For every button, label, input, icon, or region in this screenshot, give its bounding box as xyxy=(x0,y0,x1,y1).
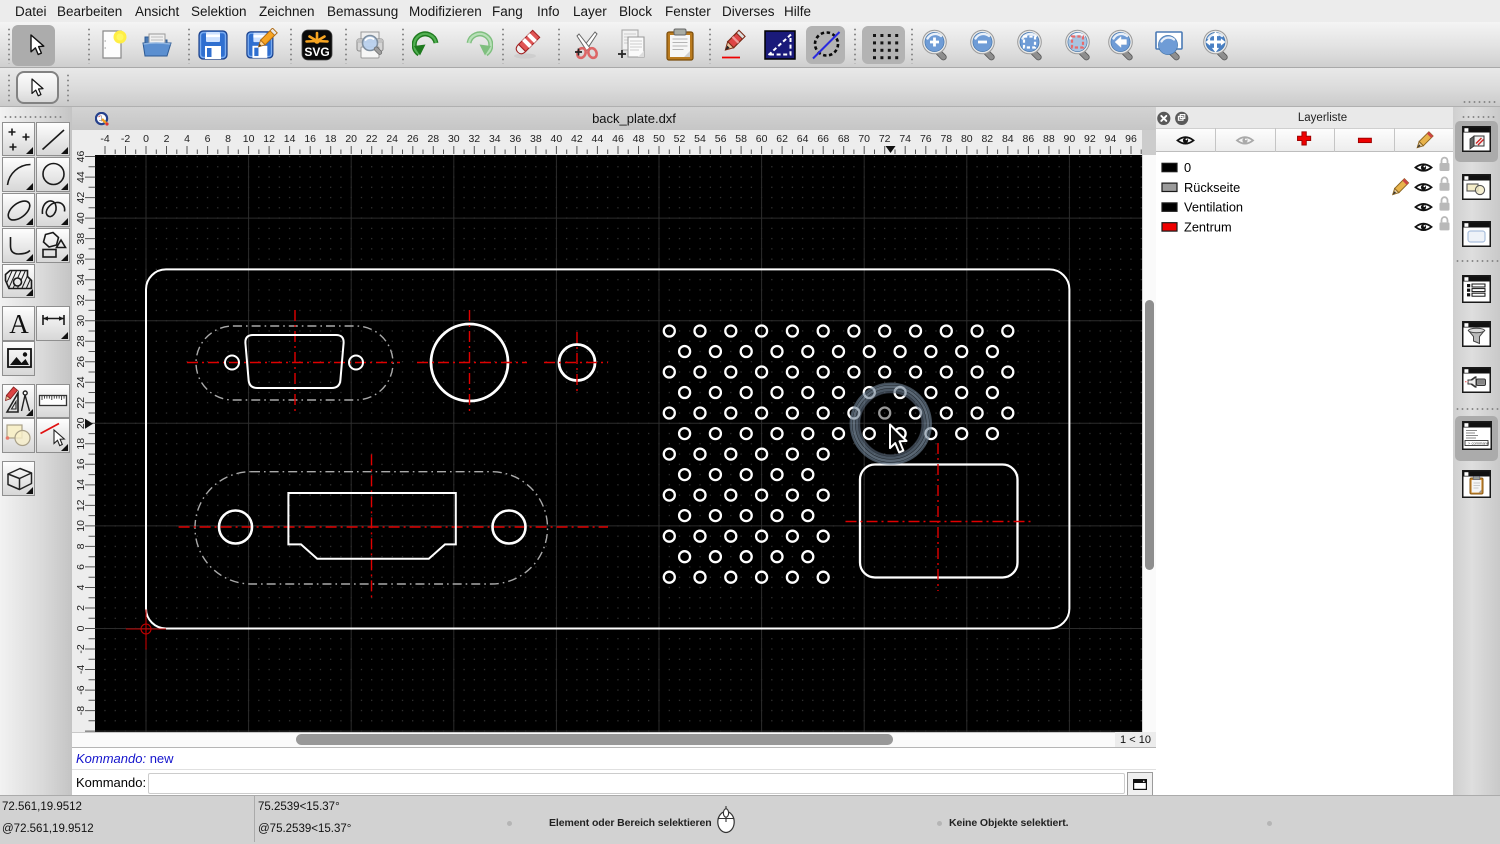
svg-text:46: 46 xyxy=(75,151,87,163)
svg-text:78: 78 xyxy=(940,133,952,145)
svg-text:38: 38 xyxy=(75,233,87,245)
svg-text:16: 16 xyxy=(75,458,87,470)
svg-text:Zentrum: Zentrum xyxy=(1184,219,1232,234)
svg-text:22: 22 xyxy=(75,397,87,409)
svg-text:64: 64 xyxy=(797,133,809,145)
svg-text:Ventilation: Ventilation xyxy=(1184,200,1243,215)
svg-text:6: 6 xyxy=(205,133,211,145)
svg-text:42: 42 xyxy=(571,133,583,145)
svg-text:46: 46 xyxy=(612,133,624,145)
svg-text:26: 26 xyxy=(75,356,87,368)
svg-text:28: 28 xyxy=(427,133,439,145)
svg-text:50: 50 xyxy=(653,133,665,145)
svg-text:72: 72 xyxy=(879,133,891,145)
svg-text:38: 38 xyxy=(530,133,542,145)
svg-text:80: 80 xyxy=(961,133,973,145)
svg-text:10: 10 xyxy=(75,520,87,532)
svg-text:44: 44 xyxy=(75,171,87,183)
svg-text:20: 20 xyxy=(345,133,357,145)
svg-text:14: 14 xyxy=(284,133,296,145)
svg-text:52: 52 xyxy=(674,133,686,145)
svg-text:86: 86 xyxy=(1023,133,1035,145)
svg-text:12: 12 xyxy=(75,499,87,511)
svg-text:8: 8 xyxy=(225,133,231,145)
svg-text:0: 0 xyxy=(143,133,149,145)
svg-text:94: 94 xyxy=(1105,133,1117,145)
svg-text:-4: -4 xyxy=(100,133,109,145)
svg-text:0: 0 xyxy=(1184,160,1191,175)
svg-text:16: 16 xyxy=(304,133,316,145)
svg-text:54: 54 xyxy=(694,133,706,145)
svg-text:48: 48 xyxy=(633,133,645,145)
svg-text:44: 44 xyxy=(592,133,604,145)
svg-text:8: 8 xyxy=(75,543,87,549)
svg-text:34: 34 xyxy=(75,274,87,286)
svg-text:70: 70 xyxy=(858,133,870,145)
svg-text:56: 56 xyxy=(715,133,727,145)
svg-text:40: 40 xyxy=(551,133,563,145)
svg-text:10: 10 xyxy=(243,133,255,145)
svg-text:A: A xyxy=(9,309,29,339)
svg-text:66: 66 xyxy=(817,133,829,145)
svg-text:32: 32 xyxy=(75,294,87,306)
svg-text:24: 24 xyxy=(386,133,398,145)
svg-text:> command: > command xyxy=(1468,441,1489,446)
svg-text:18: 18 xyxy=(75,438,87,450)
svg-text:68: 68 xyxy=(838,133,850,145)
svg-text:20: 20 xyxy=(75,417,87,429)
svg-text:4: 4 xyxy=(75,584,87,590)
svg-text:34: 34 xyxy=(489,133,501,145)
svg-text:76: 76 xyxy=(920,133,932,145)
svg-text:96: 96 xyxy=(1125,133,1137,145)
svg-text:4: 4 xyxy=(184,133,190,145)
svg-text:-6: -6 xyxy=(75,685,87,694)
svg-text:2: 2 xyxy=(164,133,170,145)
svg-text:2: 2 xyxy=(75,605,87,611)
svg-text:SVG: SVG xyxy=(304,45,329,59)
svg-text:-2: -2 xyxy=(75,644,87,653)
svg-text:12: 12 xyxy=(263,133,275,145)
svg-text:-4: -4 xyxy=(75,665,87,674)
svg-text:28: 28 xyxy=(75,335,87,347)
svg-text:30: 30 xyxy=(448,133,460,145)
svg-text:-8: -8 xyxy=(75,706,87,715)
svg-text:42: 42 xyxy=(75,192,87,204)
svg-text:84: 84 xyxy=(1002,133,1014,145)
svg-text:Rückseite: Rückseite xyxy=(1184,180,1240,195)
svg-text:6: 6 xyxy=(75,564,87,570)
svg-text:0: 0 xyxy=(75,625,87,631)
svg-text:24: 24 xyxy=(75,376,87,388)
svg-text:58: 58 xyxy=(735,133,747,145)
svg-text:92: 92 xyxy=(1084,133,1096,145)
svg-text:88: 88 xyxy=(1043,133,1055,145)
svg-text:14: 14 xyxy=(75,479,87,491)
svg-text:40: 40 xyxy=(75,212,87,224)
svg-text:18: 18 xyxy=(325,133,337,145)
svg-text:36: 36 xyxy=(510,133,522,145)
svg-text:36: 36 xyxy=(75,253,87,265)
svg-text:82: 82 xyxy=(981,133,993,145)
svg-text:22: 22 xyxy=(366,133,378,145)
svg-text:26: 26 xyxy=(407,133,419,145)
svg-text:30: 30 xyxy=(75,315,87,327)
svg-text:-2: -2 xyxy=(121,133,130,145)
svg-text:90: 90 xyxy=(1064,133,1076,145)
svg-text:74: 74 xyxy=(899,133,911,145)
svg-text:32: 32 xyxy=(468,133,480,145)
svg-text:62: 62 xyxy=(776,133,788,145)
svg-text:60: 60 xyxy=(756,133,768,145)
